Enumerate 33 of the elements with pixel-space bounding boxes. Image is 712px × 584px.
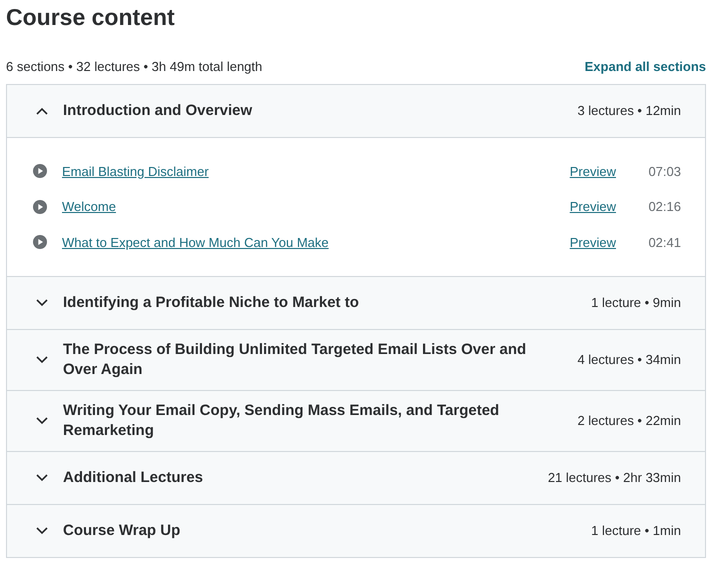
section-header[interactable]: Writing Your Email Copy, Sending Mass Emails, and Targeted Remarketing 2 lectures • 22min bbox=[7, 391, 705, 451]
lecture-duration: 02:41 bbox=[647, 234, 681, 252]
section-title: Course Wrap Up bbox=[63, 521, 182, 541]
section-header[interactable]: Introduction and Overview 3 lectures • 12min bbox=[7, 84, 705, 136]
section-header[interactable]: The Process of Building Unlimited Targeted Email Lists Over and Over Again 4 lectures • 34min bbox=[7, 330, 705, 390]
lecture-link[interactable]: Welcome bbox=[62, 197, 570, 216]
section-meta: 4 lectures • 34min bbox=[577, 351, 681, 370]
expand-all-link[interactable]: Expand all sections bbox=[584, 57, 706, 76]
section-title: Additional Lectures bbox=[63, 468, 204, 488]
section-title: Identifying a Profitable Niche to Market to bbox=[63, 293, 360, 313]
section-header[interactable]: Course Wrap Up 1 lecture • 1min bbox=[7, 505, 705, 557]
section-meta: 21 lectures • 2hr 33min bbox=[548, 469, 681, 488]
play-icon bbox=[33, 235, 47, 250]
section-header[interactable]: Additional Lectures 21 lectures • 2hr 33min bbox=[7, 452, 705, 504]
section-header[interactable]: Identifying a Profitable Niche to Market to 1 lecture • 9min bbox=[7, 277, 705, 329]
preview-link[interactable]: Preview bbox=[570, 162, 616, 181]
section-title: Writing Your Email Copy, Sending Mass Emails, and Targeted Remarketing bbox=[63, 401, 500, 441]
lecture-duration: 02:16 bbox=[647, 198, 681, 216]
preview-link[interactable]: Preview bbox=[570, 197, 616, 216]
lecture-link[interactable]: What to Expect and How Much Can You Make bbox=[62, 232, 570, 252]
lecture-duration: 07:03 bbox=[647, 162, 681, 180]
section-meta: 1 lecture • 9min bbox=[591, 294, 681, 312]
section-meta: 2 lectures • 22min bbox=[577, 412, 681, 430]
section-meta: 1 lecture • 1min bbox=[591, 522, 681, 540]
lecture-link[interactable]: Email Blasting Disclaimer bbox=[62, 162, 570, 181]
play-icon bbox=[33, 164, 47, 178]
course-summary: 6 sections • 32 lectures • 3h 49m total length bbox=[6, 58, 262, 76]
section-title: The Process of Building Unlimited Targeted Email Lists Over and Over Again bbox=[63, 340, 528, 380]
section-meta: 3 lectures • 12min bbox=[577, 102, 681, 120]
play-icon bbox=[33, 200, 47, 214]
section-title: Introduction and Overview bbox=[63, 100, 254, 120]
preview-link[interactable]: Preview bbox=[570, 232, 616, 252]
section-heading: Course content bbox=[6, 3, 176, 31]
